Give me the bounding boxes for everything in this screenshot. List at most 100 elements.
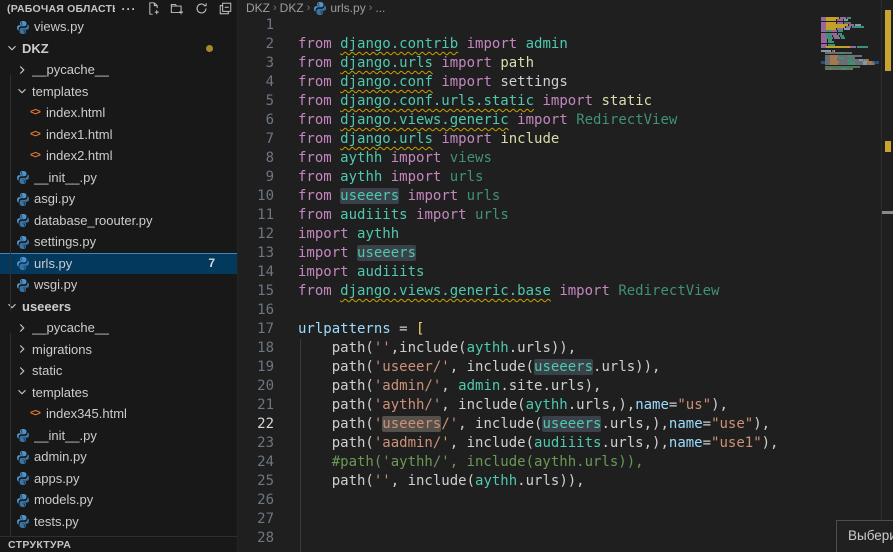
- tree-item-templates[interactable]: templates: [0, 382, 237, 404]
- code-line-4[interactable]: 4from django.conf import settings: [238, 73, 821, 92]
- tree-item-index345-html[interactable]: <>index345.html: [0, 403, 237, 425]
- tree-item-label: wsgi.py: [34, 277, 77, 292]
- code-line-9[interactable]: 9from aythh import urls: [238, 168, 821, 187]
- minimap[interactable]: [821, 15, 879, 135]
- line-number: 7: [238, 130, 274, 149]
- tree-item-static[interactable]: static: [0, 360, 237, 382]
- code-line-10[interactable]: 10from useeers import urls: [238, 187, 821, 206]
- breadcrumb-item[interactable]: DKZ: [280, 1, 304, 15]
- line-number: 5: [238, 92, 274, 111]
- code-line-8[interactable]: 8from aythh import views: [238, 149, 821, 168]
- code-line-11[interactable]: 11from audiiits import urls: [238, 206, 821, 225]
- line-number: 15: [238, 282, 274, 301]
- tree-item--init-py[interactable]: __init__.py: [0, 167, 237, 189]
- line-number: 23: [238, 434, 274, 453]
- tree-item-label: static: [32, 363, 62, 378]
- line-number: 3: [238, 54, 274, 73]
- code-line-16[interactable]: 16: [238, 301, 821, 320]
- tree-item-label: migrations: [32, 342, 92, 357]
- code-line-19[interactable]: 19 path('useeer/', include(useeers.urls)…: [238, 358, 821, 377]
- tree-item-label: views.py: [34, 19, 84, 34]
- code-line-24[interactable]: 24 #path('aythh/', include(aythh.urls)),: [238, 453, 821, 472]
- tree-item-label: urls.py: [34, 256, 72, 271]
- python-file-icon: [14, 493, 32, 507]
- tree-item-views-py[interactable]: views.py: [0, 16, 237, 38]
- line-number: 26: [238, 491, 274, 510]
- code-line-6[interactable]: 6from django.views.generic import Redire…: [238, 111, 821, 130]
- code-line-20[interactable]: 20 path('admin/', admin.site.urls),: [238, 377, 821, 396]
- outline-section-header[interactable]: СТРУКТУРА: [0, 536, 237, 552]
- warning-marker: [885, 141, 891, 152]
- tree-item-asgi-py[interactable]: asgi.py: [0, 188, 237, 210]
- tree-item-label: DKZ: [22, 41, 49, 56]
- code-line-21[interactable]: 21 path('aythh/', include(aythh.urls,),n…: [238, 396, 821, 415]
- code-line-23[interactable]: 23 path('aadmin/', include(audiiits.urls…: [238, 434, 821, 453]
- tree-item-dkz[interactable]: DKZ: [0, 38, 237, 60]
- chevron-down-icon: [14, 84, 30, 98]
- code-line-25[interactable]: 25 path('', include(aythh.urls)),: [238, 472, 821, 491]
- tree-item-migrations[interactable]: migrations: [0, 339, 237, 361]
- tree-item-index-html[interactable]: <>index.html: [0, 102, 237, 124]
- python-file-icon: [14, 514, 32, 528]
- code-line-26[interactable]: 26: [238, 491, 821, 510]
- tree-item-models-py[interactable]: models.py: [0, 489, 237, 511]
- chevron-down-icon: [4, 41, 20, 55]
- line-number: 4: [238, 73, 274, 92]
- code-line-27[interactable]: 27: [238, 510, 821, 529]
- breadcrumb-item[interactable]: urls.py: [313, 1, 365, 15]
- code-line-5[interactable]: 5from django.conf.urls.static import sta…: [238, 92, 821, 111]
- line-number: 20: [238, 377, 274, 396]
- new-file-icon[interactable]: [145, 1, 161, 17]
- code-line-17[interactable]: 17urlpatterns = [: [238, 320, 821, 339]
- warning-marker: [885, 60, 891, 71]
- tree-item-wsgi-py[interactable]: wsgi.py: [0, 274, 237, 296]
- tree-item--init-py[interactable]: __init__.py: [0, 425, 237, 447]
- code-line-18[interactable]: 18 path('',include(aythh.urls)),: [238, 339, 821, 358]
- tree-item-settings-py[interactable]: settings.py: [0, 231, 237, 253]
- tree-item-tests-py[interactable]: tests.py: [0, 511, 237, 533]
- tree-item-index1-html[interactable]: <>index1.html: [0, 124, 237, 146]
- code-area[interactable]: 12from django.contrib import admin3from …: [238, 16, 821, 548]
- explorer-section-header[interactable]: (РАБОЧАЯ ОБЛАСТЬ) ... ···: [0, 0, 237, 16]
- tree-item-apps-py[interactable]: apps.py: [0, 468, 237, 490]
- tree-item-label: index1.html: [46, 127, 112, 142]
- code-line-3[interactable]: 3from django.urls import path: [238, 54, 821, 73]
- tree-item--pycache-[interactable]: __pycache__: [0, 59, 237, 81]
- overview-ruler[interactable]: [882, 0, 893, 552]
- tree-item-urls-py[interactable]: urls.py7: [0, 253, 237, 275]
- tree-item-label: apps.py: [34, 471, 80, 486]
- line-number: 1: [238, 16, 274, 35]
- tree-item-index2-html[interactable]: <>index2.html: [0, 145, 237, 167]
- code-line-13[interactable]: 13import useeers: [238, 244, 821, 263]
- breadcrumb-separator-icon: ›: [307, 2, 311, 14]
- new-folder-icon[interactable]: [169, 1, 185, 17]
- vscode-window: (РАБОЧАЯ ОБЛАСТЬ) ... ··· views.py DKZ __p…: [0, 0, 893, 552]
- code-line-1[interactable]: 1: [238, 16, 821, 35]
- tree-item-database-roouter-py[interactable]: database_roouter.py: [0, 210, 237, 232]
- line-number: 2: [238, 35, 274, 54]
- code-line-15[interactable]: 15from django.views.generic.base import …: [238, 282, 821, 301]
- line-number: 24: [238, 453, 274, 472]
- python-file-icon: [14, 278, 32, 292]
- modified-dot-icon: [206, 45, 213, 52]
- eol-tooltip-text: Выберите последовательность конца строки: [848, 528, 893, 543]
- tree-item--pycache-[interactable]: __pycache__: [0, 317, 237, 339]
- refresh-icon[interactable]: [193, 1, 209, 17]
- chevron-right-icon: [14, 321, 30, 335]
- more-actions-icon[interactable]: ···: [121, 1, 137, 17]
- explorer-sidebar: (РАБОЧАЯ ОБЛАСТЬ) ... ··· views.py DKZ __p…: [0, 0, 237, 552]
- code-line-2[interactable]: 2from django.contrib import admin: [238, 35, 821, 54]
- tree-item-useeers[interactable]: useeers: [0, 296, 237, 318]
- editor-pane: DKZ›DKZ›urls.py›... 12from django.contri…: [237, 0, 893, 552]
- line-number: 22: [238, 415, 274, 434]
- code-line-7[interactable]: 7from django.urls import include: [238, 130, 821, 149]
- code-line-22[interactable]: 22 path('useeers/', include(useeers.urls…: [238, 415, 821, 434]
- code-line-14[interactable]: 14import audiiits: [238, 263, 821, 282]
- breadcrumb-item[interactable]: ...: [375, 1, 385, 15]
- breadcrumb-item[interactable]: DKZ: [246, 1, 270, 15]
- code-line-12[interactable]: 12import aythh: [238, 225, 821, 244]
- collapse-all-icon[interactable]: [217, 1, 233, 17]
- code-line-28[interactable]: 28: [238, 529, 821, 548]
- tree-item-templates[interactable]: templates: [0, 81, 237, 103]
- tree-item-admin-py[interactable]: admin.py: [0, 446, 237, 468]
